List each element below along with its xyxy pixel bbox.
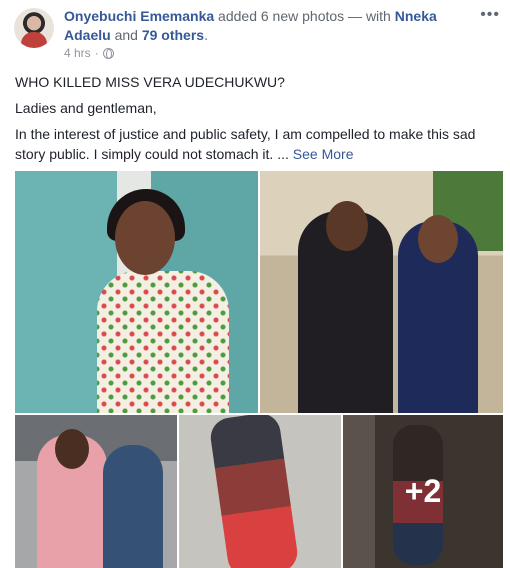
photo-5[interactable]: +2: [343, 415, 503, 568]
post-meta: 4 hrs ·: [64, 46, 114, 60]
photo-4[interactable]: [179, 415, 341, 568]
photo-3[interactable]: [15, 415, 177, 568]
header-end: .: [204, 27, 208, 43]
author-name-link[interactable]: Onyebuchi Ememanka: [64, 8, 214, 24]
photo-1[interactable]: [15, 171, 258, 413]
with-text: — with: [344, 8, 395, 24]
post-body: In the interest of justice and public sa…: [15, 124, 500, 164]
meta-separator: ·: [94, 46, 99, 60]
author-avatar[interactable]: [14, 8, 54, 48]
photo-2[interactable]: [260, 171, 503, 413]
post-title: WHO KILLED MISS VERA UDECHUKWU?: [15, 74, 285, 90]
tagged-others-link[interactable]: 79 others: [142, 27, 204, 43]
post-header: Onyebuchi Ememanka added 6 new photos — …: [64, 7, 464, 45]
and-text: and: [110, 27, 142, 43]
post-text: WHO KILLED MISS VERA UDECHUKWU? Ladies a…: [15, 72, 500, 170]
more-photos-count[interactable]: +2: [343, 415, 503, 568]
post-action-text: added 6 new photos: [214, 8, 345, 24]
globe-icon[interactable]: [102, 47, 114, 59]
post-greeting: Ladies and gentleman,: [15, 100, 157, 116]
post-timestamp[interactable]: 4 hrs: [64, 46, 91, 60]
more-options-icon[interactable]: •••: [480, 6, 500, 24]
see-more-link[interactable]: See More: [293, 146, 354, 162]
post-body-text: In the interest of justice and public sa…: [15, 126, 476, 162]
